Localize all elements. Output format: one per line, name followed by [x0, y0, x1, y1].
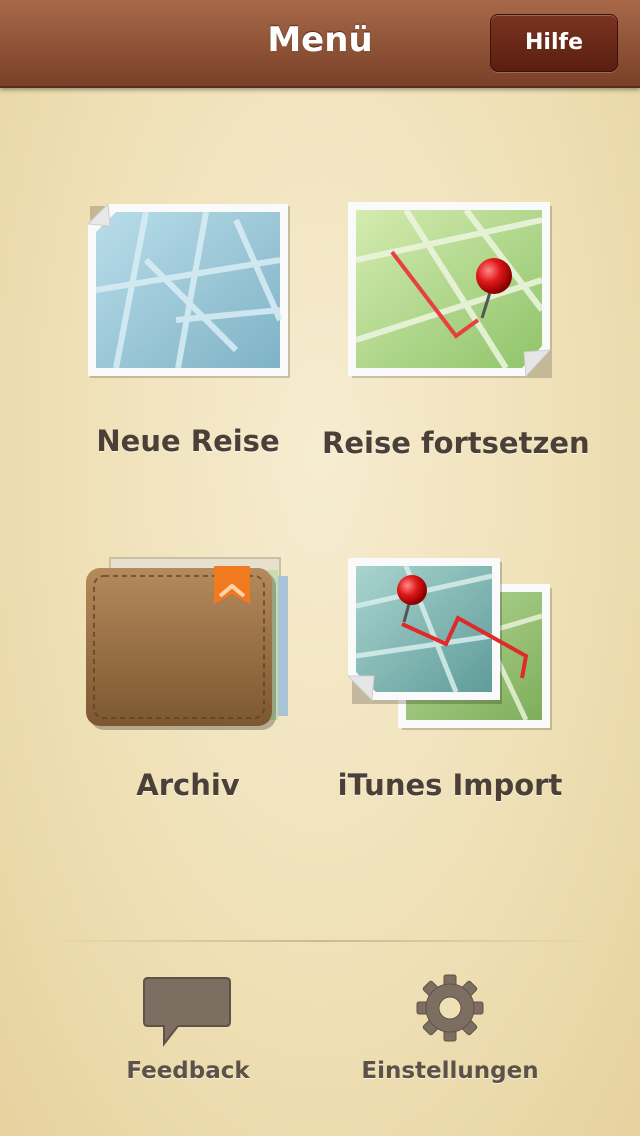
- settings-button[interactable]: [416, 974, 484, 1042]
- help-button[interactable]: Hilfe: [490, 14, 618, 72]
- wallet-archive-icon: [84, 556, 294, 734]
- bottom-divider: [40, 940, 600, 942]
- stacked-maps-icon: [346, 556, 554, 732]
- itunes-import-tile[interactable]: [346, 556, 554, 732]
- gear-icon: [416, 974, 484, 1046]
- speech-bubble-icon: [140, 977, 234, 1052]
- continue-trip-tile[interactable]: [346, 200, 554, 380]
- archive-label[interactable]: Archiv: [88, 768, 288, 802]
- new-trip-label[interactable]: Neue Reise: [88, 424, 288, 458]
- feedback-button[interactable]: [140, 974, 234, 1048]
- settings-label[interactable]: Einstellungen: [350, 1058, 550, 1084]
- map-route-pin-icon: [346, 200, 554, 380]
- archive-tile[interactable]: [84, 556, 294, 734]
- new-trip-tile[interactable]: [86, 200, 292, 380]
- navigation-bar: Menü Hilfe: [0, 0, 640, 88]
- itunes-import-label[interactable]: iTunes Import: [322, 768, 578, 802]
- blank-map-icon: [86, 200, 292, 380]
- feedback-label[interactable]: Feedback: [108, 1058, 268, 1084]
- continue-trip-label[interactable]: Reise fortsetzen: [322, 426, 590, 460]
